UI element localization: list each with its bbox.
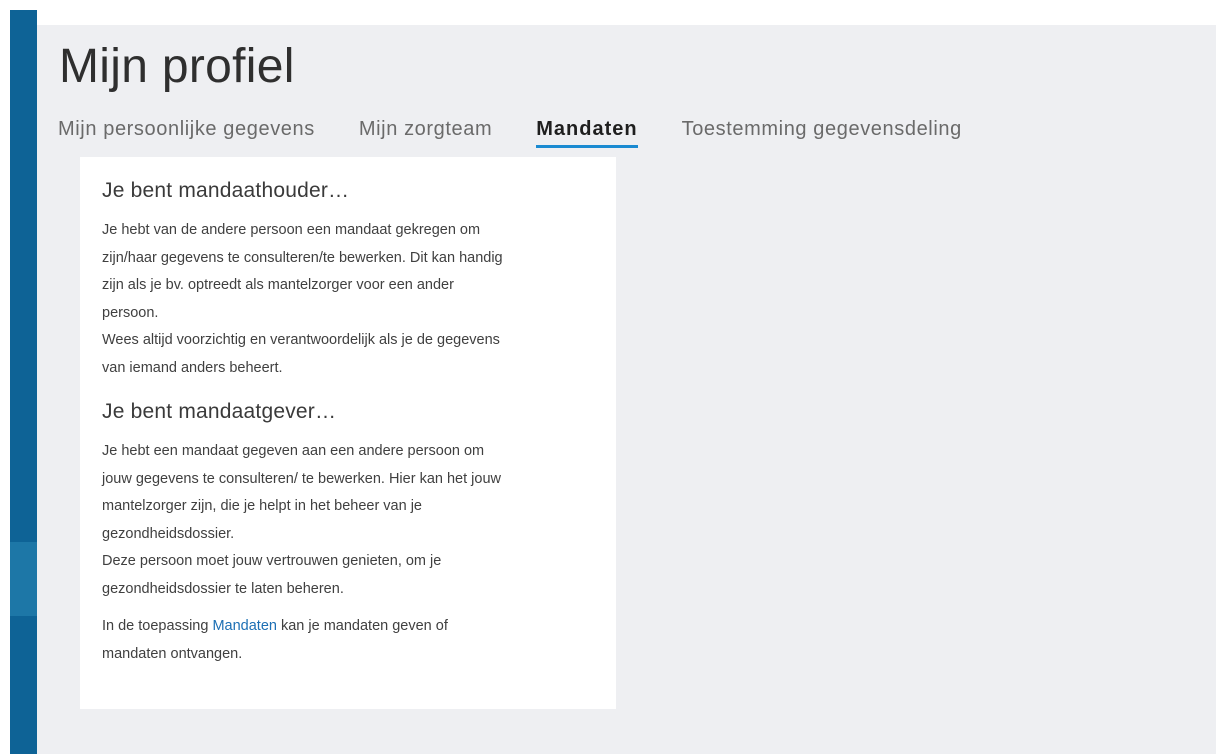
section-title-mandate-giver: Je bent mandaatgever… [102,400,337,423]
mandates-app-link[interactable]: Mandaten [212,618,277,634]
page-title: Mijn profiel [59,40,295,93]
main-content: Mijn profiel Mijn persoonlijke gegevens … [37,25,1216,754]
sidebar-active-item[interactable] [10,542,37,616]
mandates-info-card: Je bent mandaathouder… Je hebt van de an… [80,157,616,709]
tab-data-sharing-consent[interactable]: Toestemming gegevensdeling [682,118,962,145]
section-text-mandate-giver: Je hebt een mandaat gegeven aan een ande… [102,443,501,597]
profile-tabs: Mijn persoonlijke gegevens Mijn zorgteam… [58,118,962,148]
tab-care-team[interactable]: Mijn zorgteam [359,118,492,145]
tab-personal-data[interactable]: Mijn persoonlijke gegevens [58,118,315,145]
section-title-mandate-holder: Je bent mandaathouder… [102,179,350,202]
mandates-app-note: In de toepassing Mandaten kan je mandate… [102,613,594,668]
section-text-mandate-holder: Je hebt van de andere persoon een mandaa… [102,222,503,376]
tab-mandates[interactable]: Mandaten [536,118,638,148]
note-prefix: In de toepassing [102,618,213,634]
sidebar [10,10,37,754]
